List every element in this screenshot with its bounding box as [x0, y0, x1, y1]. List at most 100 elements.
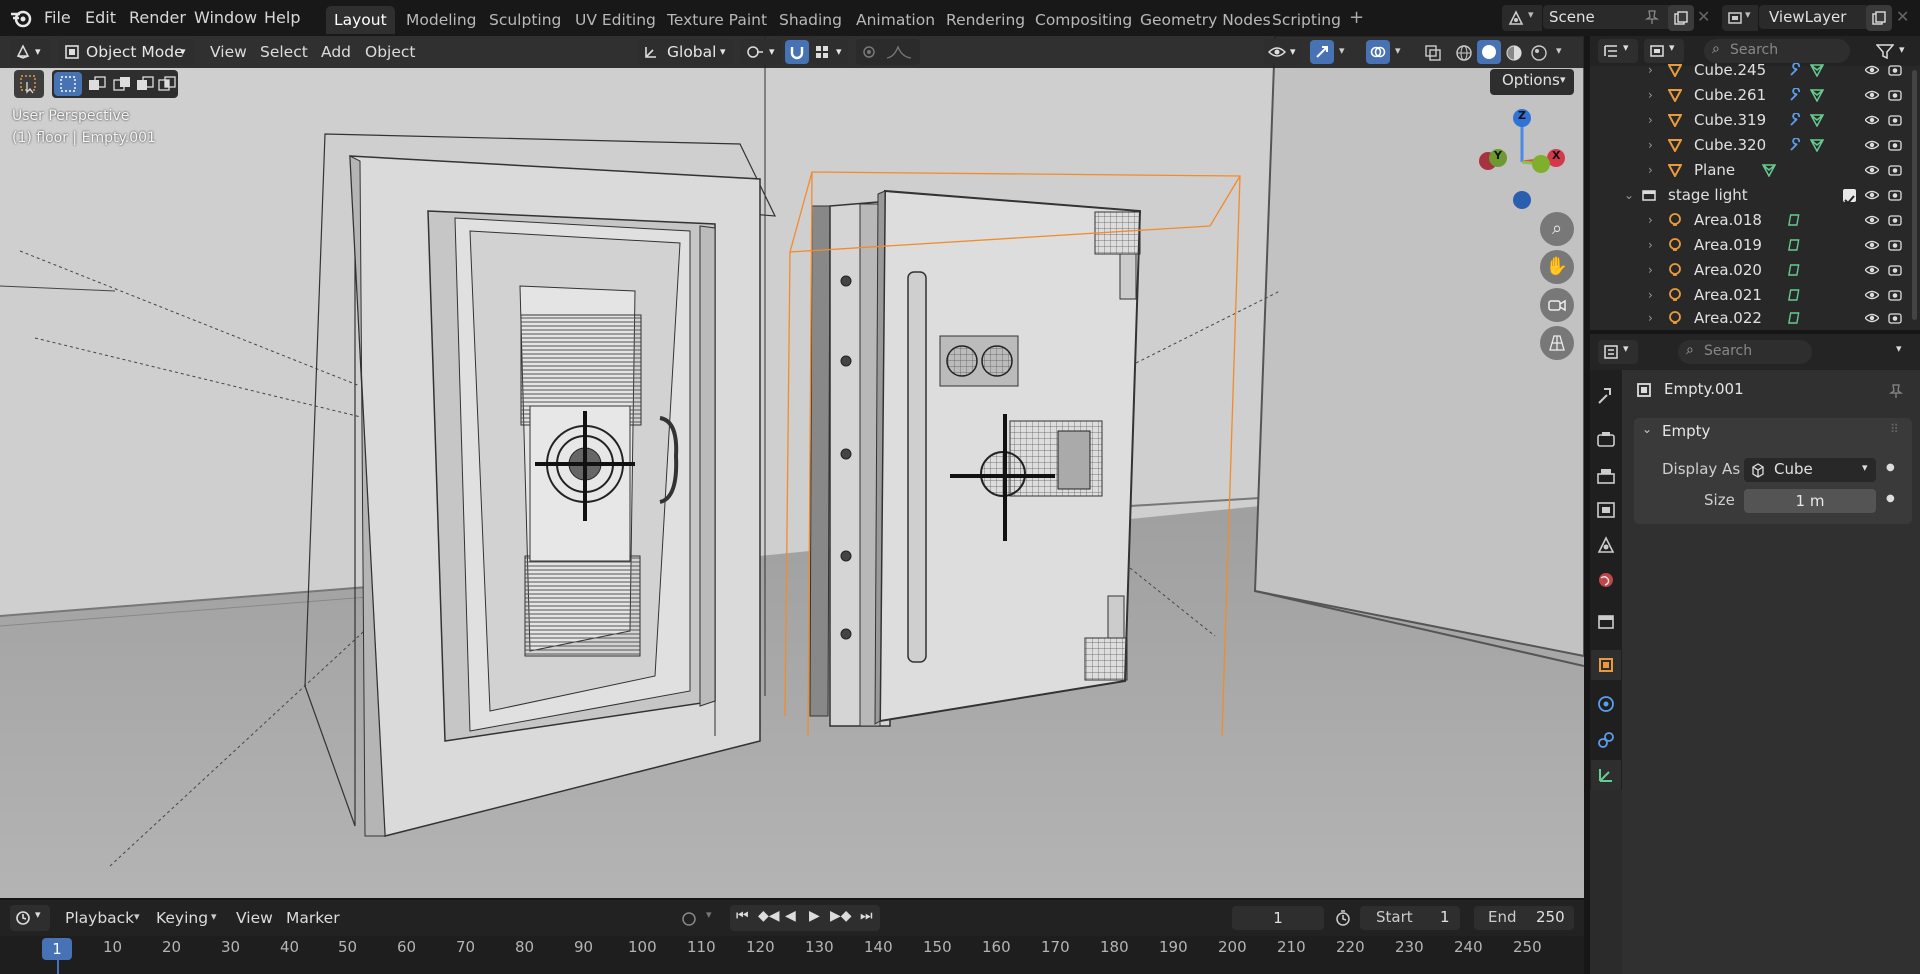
start-frame-field[interactable]: Start 1	[1360, 906, 1460, 930]
physics-tab-icon[interactable]	[1596, 694, 1616, 714]
navigation-gizmo[interactable]: Z X Y	[1476, 108, 1576, 214]
outliner-scrollbar[interactable]	[1912, 70, 1917, 320]
timeline-menu-playback[interactable]: Playback	[65, 905, 134, 931]
visibility-eye-icon[interactable]	[1865, 63, 1879, 77]
render-camera-icon[interactable]	[1888, 213, 1902, 227]
select-new-button[interactable]	[54, 72, 82, 96]
visibility-eye-icon[interactable]	[1865, 163, 1879, 177]
collapse-arrow-icon[interactable]: ⌄	[1624, 183, 1634, 208]
outliner-row-area-022[interactable]: › Area.022	[1590, 306, 1920, 330]
mesh-data-icon[interactable]	[1810, 63, 1824, 77]
drag-handle-icon[interactable]: ⠿	[1890, 422, 1899, 436]
mesh-data-icon[interactable]	[1810, 138, 1824, 152]
view-layer-tab-icon[interactable]	[1596, 500, 1616, 520]
expand-arrow-icon[interactable]: ›	[1648, 158, 1653, 183]
render-camera-icon[interactable]	[1888, 311, 1902, 325]
jump-end-icon[interactable]: ⏭	[860, 908, 873, 924]
tab-texture-paint[interactable]: Texture Paint	[659, 6, 775, 34]
menu-render[interactable]: Render	[129, 6, 186, 30]
expand-arrow-icon[interactable]: ›	[1648, 258, 1653, 283]
editor-type-button[interactable]: ▾	[10, 39, 50, 65]
proportional-editing-toggle[interactable]	[856, 39, 920, 65]
chevron-down-icon[interactable]: ▾	[1899, 43, 1905, 56]
visibility-eye-icon[interactable]	[1865, 263, 1879, 277]
light-data-icon[interactable]	[1788, 288, 1802, 302]
render-camera-icon[interactable]	[1888, 263, 1902, 277]
prev-keyframe-icon[interactable]: ◆◀	[758, 908, 780, 924]
empty-panel-header[interactable]: ⌄ Empty ⠿	[1634, 418, 1912, 448]
outliner-row-cube-245[interactable]: › Cube.245	[1590, 58, 1920, 83]
select-invert-icon[interactable]	[136, 76, 154, 92]
pin-icon[interactable]	[1644, 9, 1660, 25]
viewport-menu-add[interactable]: Add	[321, 39, 351, 65]
world-tab-icon[interactable]	[1596, 570, 1616, 590]
visibility-eye-icon[interactable]	[1865, 311, 1879, 325]
tab-geometry-nodes[interactable]: Geometry Nodes	[1132, 6, 1279, 34]
stopwatch-icon[interactable]	[1334, 909, 1352, 927]
wireframe-shading-icon[interactable]	[1455, 44, 1473, 62]
chevron-down-icon[interactable]: ▾	[1339, 44, 1345, 57]
render-camera-icon[interactable]	[1888, 163, 1902, 177]
render-camera-icon[interactable]	[1888, 63, 1902, 77]
blender-logo-icon[interactable]	[10, 8, 32, 28]
tab-scripting[interactable]: Scripting	[1264, 6, 1349, 34]
transform-orientation-dropdown[interactable]: Global ▾	[637, 39, 733, 65]
tab-compositing[interactable]: Compositing	[1027, 6, 1140, 34]
3d-viewport[interactable]	[0, 36, 1584, 900]
render-camera-icon[interactable]	[1888, 88, 1902, 102]
modifier-wrench-icon[interactable]	[1788, 63, 1802, 77]
select-extend-icon[interactable]	[88, 76, 106, 92]
tool-tab-icon[interactable]	[1596, 386, 1616, 406]
display-as-dropdown[interactable]: Cube ▾	[1744, 458, 1876, 482]
camera-view-button[interactable]	[1540, 288, 1574, 322]
select-subtract-icon[interactable]	[113, 76, 131, 92]
viewlayer-name-field[interactable]: ViewLayer	[1759, 5, 1869, 29]
expand-arrow-icon[interactable]: ›	[1648, 306, 1653, 330]
playhead-frame-badge[interactable]: 1	[42, 938, 72, 960]
play-icon[interactable]: ▶	[809, 908, 820, 924]
visibility-eye-icon[interactable]	[1865, 138, 1879, 152]
tab-uv-editing[interactable]: UV Editing	[567, 6, 664, 34]
play-reverse-icon[interactable]: ◀	[785, 908, 796, 924]
rendered-shading-icon[interactable]	[1530, 44, 1548, 62]
scene-tab-icon[interactable]	[1596, 535, 1616, 555]
jump-start-icon[interactable]: ⏮	[736, 908, 749, 924]
pan-button[interactable]: ✋	[1540, 250, 1574, 284]
size-field[interactable]: 1 m	[1744, 489, 1876, 513]
visibility-eye-icon[interactable]	[1865, 213, 1879, 227]
animate-property-dot-icon[interactable]: ●	[1886, 462, 1895, 473]
expand-arrow-icon[interactable]: ›	[1648, 208, 1653, 233]
expand-arrow-icon[interactable]: ›	[1648, 83, 1653, 108]
menu-edit[interactable]: Edit	[85, 6, 116, 30]
chevron-down-icon[interactable]: ▾	[1896, 342, 1902, 355]
visibility-eye-icon[interactable]	[1865, 238, 1879, 252]
outliner-row-cube-261[interactable]: › Cube.261	[1590, 83, 1920, 108]
timeline-menu-marker[interactable]: Marker	[286, 905, 340, 931]
visibility-eye-icon[interactable]	[1865, 113, 1879, 127]
solid-shading-button[interactable]	[1477, 40, 1501, 64]
light-data-icon[interactable]	[1788, 238, 1802, 252]
scene-browse-button[interactable]: ▾	[1502, 5, 1542, 31]
expand-arrow-icon[interactable]: ›	[1648, 283, 1653, 308]
mode-dropdown[interactable]: Object Mode ▾	[58, 39, 194, 65]
tab-layout[interactable]: Layout	[326, 6, 395, 34]
new-viewlayer-button[interactable]	[1866, 5, 1892, 31]
outliner-row-plane[interactable]: › Plane	[1590, 158, 1920, 183]
modifier-wrench-icon[interactable]	[1788, 113, 1802, 127]
visibility-eye-icon[interactable]	[1865, 88, 1879, 102]
perspective-toggle-button[interactable]	[1540, 326, 1574, 360]
timeline-menu-view[interactable]: View	[236, 905, 273, 931]
expand-arrow-icon[interactable]: ›	[1648, 58, 1653, 83]
tab-animation[interactable]: Animation	[848, 6, 943, 34]
timeline-menu-keying[interactable]: Keying	[156, 905, 208, 931]
viewport-menu-object[interactable]: Object	[365, 39, 415, 65]
end-frame-field[interactable]: End 250	[1474, 906, 1574, 930]
mesh-data-icon[interactable]	[1810, 88, 1824, 102]
options-dropdown[interactable]: Options ▾	[1490, 69, 1574, 95]
xray-toggle-icon[interactable]	[1424, 44, 1442, 62]
area-divider[interactable]	[0, 898, 1584, 900]
outliner-row-area-018[interactable]: › Area.018	[1590, 208, 1920, 233]
render-camera-icon[interactable]	[1888, 288, 1902, 302]
pivot-dropdown[interactable]: ▾	[740, 39, 782, 65]
modifier-wrench-icon[interactable]	[1788, 88, 1802, 102]
